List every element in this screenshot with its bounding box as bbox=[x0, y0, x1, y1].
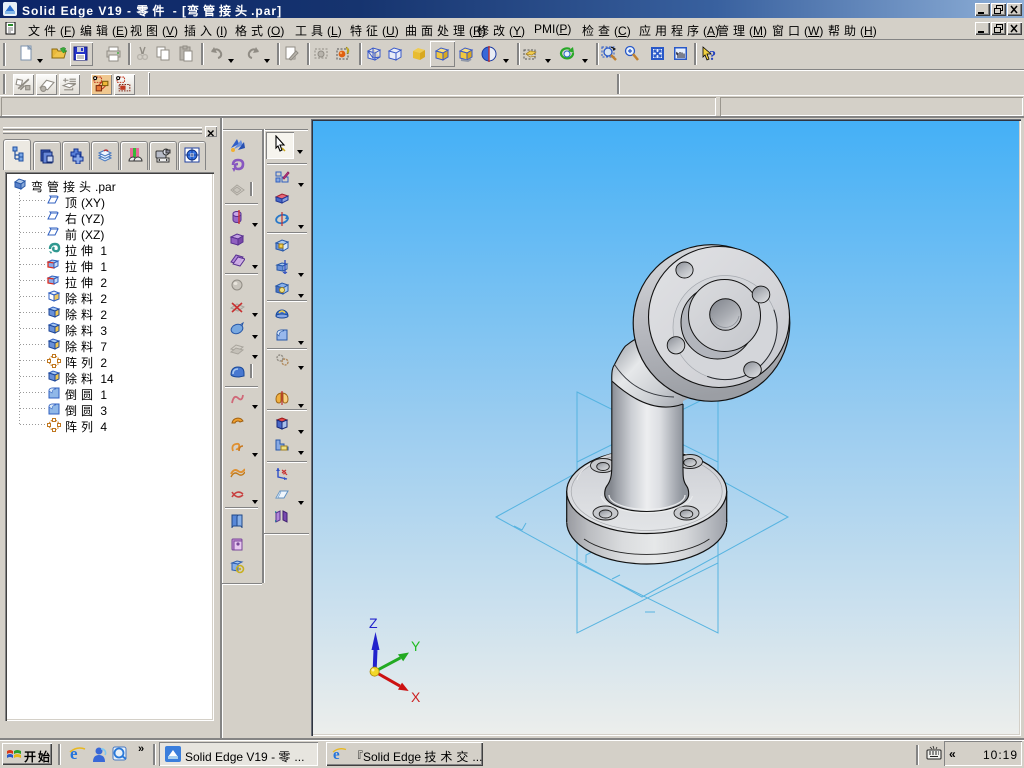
svg-text:e: e bbox=[70, 744, 78, 763]
svg-text:Y: Y bbox=[411, 638, 421, 654]
svg-text:Z: Z bbox=[369, 615, 378, 631]
svg-text:?: ? bbox=[709, 49, 716, 63]
svg-text:X: X bbox=[411, 689, 421, 705]
